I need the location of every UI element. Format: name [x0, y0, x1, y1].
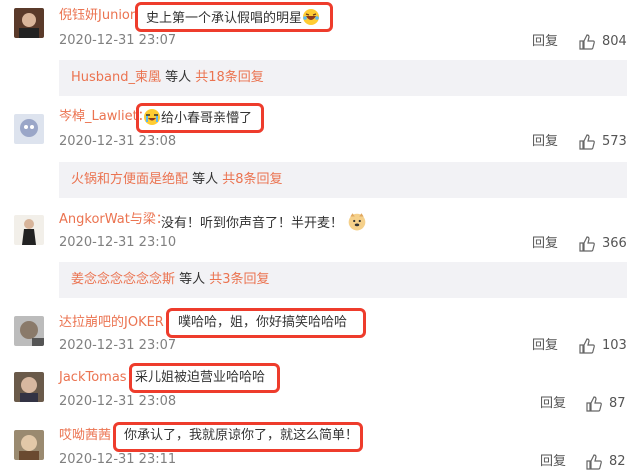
avatar[interactable] — [14, 114, 44, 144]
thumbs-up-icon — [579, 236, 595, 252]
doge-emoji-icon — [348, 213, 366, 231]
username-link[interactable]: AngkorWat与梁： — [59, 211, 169, 229]
like-button[interactable]: 804 — [578, 33, 628, 51]
sub-replies-bar[interactable]: Husband_柬凰 等人 共18条回复 — [59, 60, 627, 96]
like-count: 366 — [602, 236, 627, 251]
reply-button[interactable]: 回复 — [532, 337, 558, 355]
like-count: 82 — [609, 454, 626, 469]
like-count: 804 — [602, 34, 627, 49]
comment-text: 没有！听到你声音了！半开麦！ — [161, 211, 367, 233]
laughing-tears-emoji-icon — [303, 9, 320, 25]
sub-reply-mid: 等人 — [161, 70, 196, 85]
comment-text: 采儿姐被迫营业哈哈哈 — [135, 370, 266, 385]
comment-time: 2020-12-31 23:08 — [59, 394, 177, 409]
like-count: 103 — [602, 338, 627, 353]
thumbs-up-icon — [579, 338, 595, 354]
comment-item: 达拉崩吧的JOKER： 噗哈哈，姐，你好搞笑哈哈哈 2020-12-31 23:… — [0, 306, 640, 358]
like-button[interactable]: 573 — [578, 133, 628, 151]
reply-button[interactable]: 回复 — [532, 33, 558, 51]
thumbs-up-icon — [586, 454, 602, 470]
avatar[interactable] — [14, 215, 44, 245]
sub-reply-count-link[interactable]: 共8条回复 — [222, 172, 282, 187]
avatar[interactable] — [14, 8, 44, 38]
avatar[interactable] — [14, 372, 44, 402]
sub-reply-username[interactable]: Husband_柬凰 — [71, 70, 161, 85]
comment-item: JackTomas： 采儿姐被迫营业哈哈哈 2020-12-31 23:08 回… — [0, 360, 640, 412]
thumbs-up-icon — [586, 396, 602, 412]
sub-reply-username[interactable]: 火锅和方便面是绝配 — [71, 172, 188, 187]
sub-reply-count-link[interactable]: 共18条回复 — [195, 70, 264, 85]
like-button[interactable]: 366 — [578, 235, 628, 253]
crying-laugh-emoji-icon — [144, 109, 160, 125]
comment-item: 倪钰妍Junior 史上第一个承认假唱的明星 2020-12-31 23:07 … — [0, 0, 640, 60]
reply-button[interactable]: 回复 — [540, 453, 566, 471]
sub-reply-mid: 等人 — [175, 272, 210, 287]
avatar[interactable] — [14, 430, 44, 460]
sub-reply-username[interactable]: 姜念念念念念念斯 — [71, 272, 175, 287]
comment-text: 给小春哥亲懵了 — [143, 108, 252, 128]
sub-replies-bar[interactable]: 姜念念念念念念斯 等人 共3条回复 — [59, 262, 627, 298]
avatar[interactable] — [14, 316, 44, 346]
sub-reply-count-link[interactable]: 共3条回复 — [209, 272, 269, 287]
thumbs-up-icon — [579, 134, 595, 150]
like-button[interactable]: 82 — [585, 453, 630, 471]
thumbs-up-icon — [579, 34, 595, 50]
reply-button[interactable]: 回复 — [532, 133, 558, 151]
comment-item: 岑棹_Lawliet： 给小春哥亲懵了 2020-12-31 23:08 回复 … — [0, 100, 640, 160]
comment-text: 史上第一个承认假唱的明星 — [146, 8, 320, 28]
comment-time: 2020-12-31 23:07 — [59, 33, 177, 48]
like-button[interactable]: 103 — [578, 337, 628, 355]
reply-button[interactable]: 回复 — [540, 395, 566, 413]
sub-reply-mid: 等人 — [188, 172, 223, 187]
like-count: 573 — [602, 134, 627, 149]
comment-item: AngkorWat与梁： 没有！听到你声音了！半开麦！ 2020-12-31 2… — [0, 205, 640, 265]
comment-time: 2020-12-31 23:08 — [59, 134, 177, 149]
sub-replies-bar[interactable]: 火锅和方便面是绝配 等人 共8条回复 — [59, 162, 627, 198]
reply-button[interactable]: 回复 — [532, 235, 558, 253]
comment-text: 你承认了，我就原谅你了，就这么简单！ — [124, 428, 359, 443]
like-button[interactable]: 87 — [585, 395, 630, 413]
comment-time: 2020-12-31 23:07 — [59, 338, 177, 353]
username-link[interactable]: JackTomas： — [59, 369, 140, 387]
comment-item: 哎呦茜茜： 你承认了，我就原谅你了，就这么简单！ 2020-12-31 23:1… — [0, 416, 640, 474]
comment-time: 2020-12-31 23:10 — [59, 235, 177, 250]
comment-time: 2020-12-31 23:11 — [59, 452, 177, 467]
comment-text: 噗哈哈，姐，你好搞笑哈哈哈 — [178, 315, 348, 330]
like-count: 87 — [609, 396, 626, 411]
username-link[interactable]: 倪钰妍Junior — [59, 7, 135, 25]
username-link[interactable]: 达拉崩吧的JOKER： — [59, 314, 177, 332]
